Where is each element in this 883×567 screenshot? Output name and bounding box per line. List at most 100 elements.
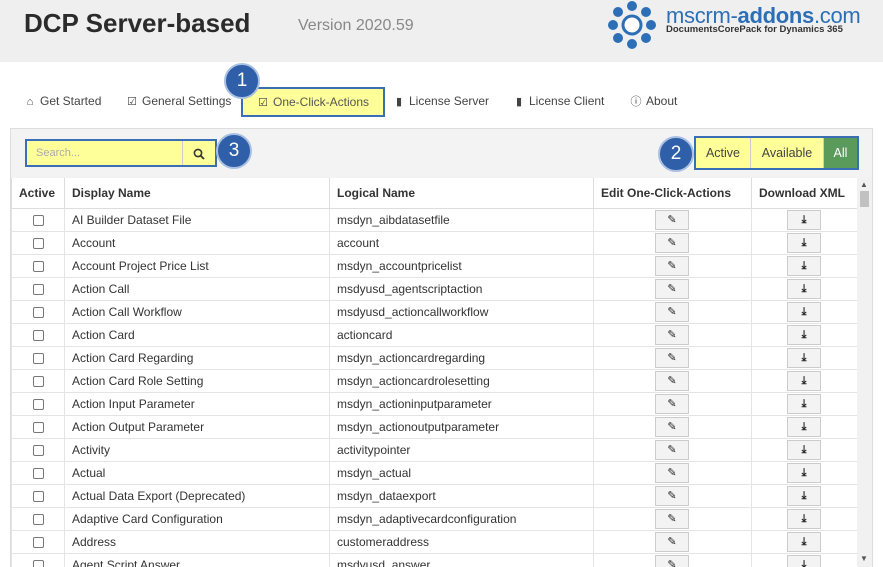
active-checkbox[interactable] xyxy=(32,375,44,387)
download-cell: ⤓ xyxy=(751,253,857,278)
pencil-icon: ✎ xyxy=(667,351,677,364)
pencil-icon: ✎ xyxy=(667,374,677,387)
tab-get-started[interactable]: ⌂ Get Started xyxy=(24,86,102,117)
active-checkbox[interactable] xyxy=(32,421,44,433)
table-row: Adaptive Card Configuration msdyn_adaptiv… xyxy=(11,506,857,531)
edit-action-button[interactable]: ✎ xyxy=(655,370,689,391)
download-xml-button[interactable]: ⤓ xyxy=(787,393,821,414)
pencil-icon: ✎ xyxy=(667,512,677,525)
download-xml-button[interactable]: ⤓ xyxy=(787,462,821,483)
tab-about[interactable]: ⓘ About xyxy=(630,86,678,117)
edit-action-button[interactable]: ✎ xyxy=(655,439,689,460)
download-xml-button[interactable]: ⤓ xyxy=(787,301,821,322)
download-xml-button[interactable]: ⤓ xyxy=(787,324,821,345)
active-checkbox[interactable] xyxy=(32,513,44,525)
filter-available-button[interactable]: Available xyxy=(751,138,824,168)
download-xml-button[interactable]: ⤓ xyxy=(787,531,821,552)
edit-action-button[interactable]: ✎ xyxy=(655,278,689,299)
download-cell: ⤓ xyxy=(751,207,857,232)
display-name-cell: Action Input Parameter xyxy=(64,391,330,416)
display-name-cell: Action Card Regarding xyxy=(64,345,330,370)
download-xml-button[interactable]: ⤓ xyxy=(787,255,821,276)
download-xml-button[interactable]: ⤓ xyxy=(787,439,821,460)
tab-general-settings[interactable]: ☑ General Settings xyxy=(126,86,231,117)
active-checkbox[interactable] xyxy=(32,536,44,548)
download-xml-button[interactable]: ⤓ xyxy=(787,347,821,368)
edit-action-button[interactable]: ✎ xyxy=(655,531,689,552)
edit-action-button[interactable]: ✎ xyxy=(655,416,689,437)
edit-action-button[interactable]: ✎ xyxy=(655,508,689,529)
active-checkbox[interactable] xyxy=(32,260,44,272)
edit-action-button[interactable]: ✎ xyxy=(655,347,689,368)
active-checkbox[interactable] xyxy=(32,283,44,295)
info-icon: ⓘ xyxy=(630,96,642,108)
logical-name-cell: msdyusd_actioncallworkflow xyxy=(329,299,594,324)
edit-action-button[interactable]: ✎ xyxy=(655,554,689,567)
download-icon: ⤓ xyxy=(801,512,807,525)
edit-action-button[interactable]: ✎ xyxy=(655,255,689,276)
table-row: Address customeraddress ✎ ⤓ xyxy=(11,529,857,554)
download-xml-button[interactable]: ⤓ xyxy=(787,278,821,299)
active-cell xyxy=(11,391,65,416)
download-xml-button[interactable]: ⤓ xyxy=(787,209,821,230)
table-row: Action Card Regarding msdyn_actioncardreg… xyxy=(11,345,857,370)
active-cell xyxy=(11,529,65,554)
display-name-cell: Action Call Workflow xyxy=(64,299,330,324)
tab-license-server[interactable]: ▮ License Server xyxy=(393,86,489,117)
version-label: Version 2020.59 xyxy=(298,17,414,34)
active-checkbox[interactable] xyxy=(32,306,44,318)
download-xml-button[interactable]: ⤓ xyxy=(787,554,821,567)
vertical-scrollbar[interactable]: ▲ ▼ xyxy=(857,178,872,567)
active-checkbox[interactable] xyxy=(32,237,44,249)
download-icon: ⤓ xyxy=(801,328,807,341)
search-input[interactable] xyxy=(27,141,182,165)
edit-action-button[interactable]: ✎ xyxy=(655,485,689,506)
edit-cell: ✎ xyxy=(593,299,752,324)
table-row: Action Input Parameter msdyn_actioninputp… xyxy=(11,391,857,416)
active-checkbox[interactable] xyxy=(32,214,44,226)
tab-one-click-actions[interactable]: ☑ One-Click-Actions xyxy=(241,87,386,117)
download-icon: ⤓ xyxy=(801,466,807,479)
active-cell xyxy=(11,230,65,255)
edit-cell: ✎ xyxy=(593,414,752,439)
download-xml-button[interactable]: ⤓ xyxy=(787,370,821,391)
search-icon xyxy=(193,148,205,160)
logical-name-cell: msdyusd_answer xyxy=(329,552,594,567)
table-row: Actual msdyn_actual ✎ ⤓ xyxy=(11,460,857,485)
table-header-row: Active Display Name Logical Name Edit On… xyxy=(11,178,857,209)
table-row: Account Project Price List msdyn_accountp… xyxy=(11,253,857,278)
display-name-cell: Account Project Price List xyxy=(64,253,330,278)
file-icon: ▮ xyxy=(515,96,523,108)
download-xml-button[interactable]: ⤓ xyxy=(787,508,821,529)
edit-action-button[interactable]: ✎ xyxy=(655,462,689,483)
download-icon: ⤓ xyxy=(801,351,807,364)
search-button[interactable] xyxy=(182,141,215,165)
scroll-down-arrow-icon[interactable]: ▼ xyxy=(860,554,868,563)
edit-action-button[interactable]: ✎ xyxy=(655,393,689,414)
edit-action-button[interactable]: ✎ xyxy=(655,232,689,253)
pencil-icon: ✎ xyxy=(667,558,677,567)
active-checkbox[interactable] xyxy=(32,352,44,364)
filter-active-button[interactable]: Active xyxy=(696,138,751,168)
filter-all-button[interactable]: All xyxy=(824,138,857,168)
edit-action-button[interactable]: ✎ xyxy=(655,324,689,345)
edit-action-button[interactable]: ✎ xyxy=(655,209,689,230)
active-checkbox[interactable] xyxy=(32,329,44,341)
pencil-icon: ✎ xyxy=(667,489,677,502)
active-cell xyxy=(11,437,65,462)
tab-license-client[interactable]: ▮ License Client xyxy=(513,86,604,117)
edit-action-button[interactable]: ✎ xyxy=(655,301,689,322)
active-checkbox[interactable] xyxy=(32,398,44,410)
download-xml-button[interactable]: ⤓ xyxy=(787,416,821,437)
display-name-cell: Actual xyxy=(64,460,330,485)
active-checkbox[interactable] xyxy=(32,467,44,479)
download-xml-button[interactable]: ⤓ xyxy=(787,232,821,253)
download-xml-button[interactable]: ⤓ xyxy=(787,485,821,506)
active-checkbox[interactable] xyxy=(32,444,44,456)
active-cell xyxy=(11,322,65,347)
active-checkbox[interactable] xyxy=(32,559,44,567)
scroll-up-arrow-icon[interactable]: ▲ xyxy=(860,180,868,189)
scroll-thumb[interactable] xyxy=(860,191,869,207)
logical-name-cell: account xyxy=(329,230,594,255)
active-checkbox[interactable] xyxy=(32,490,44,502)
